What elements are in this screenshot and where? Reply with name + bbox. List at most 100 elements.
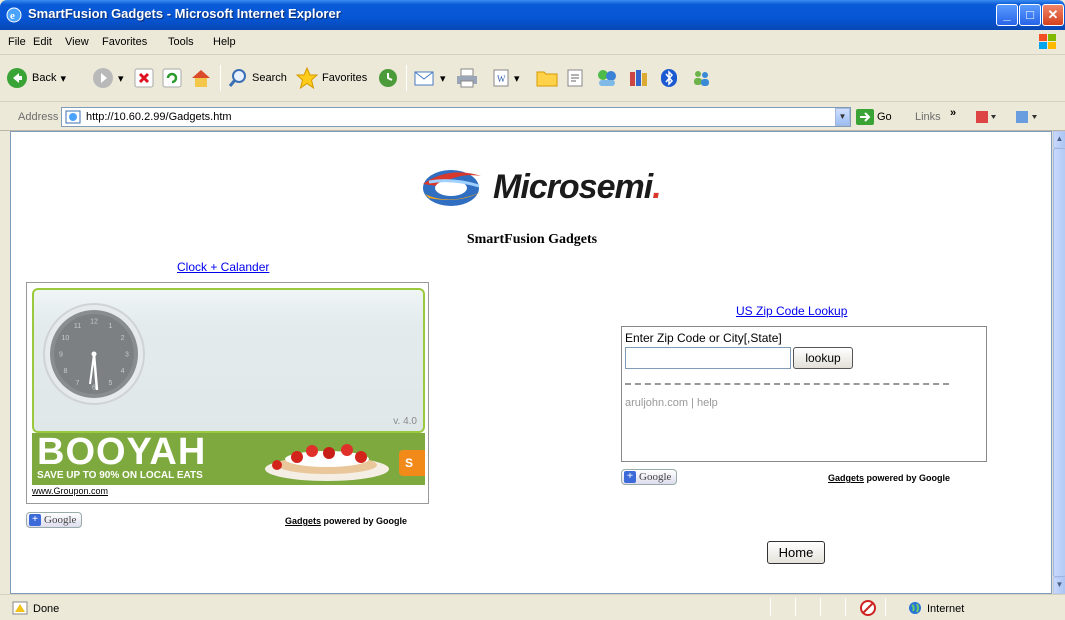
security-zone: Internet bbox=[927, 603, 965, 615]
messenger-icon bbox=[598, 70, 616, 86]
scroll-down-button[interactable]: ▼ bbox=[1053, 577, 1065, 594]
history-button[interactable] bbox=[378, 65, 398, 91]
research-icon bbox=[567, 69, 583, 87]
mail-icon bbox=[414, 71, 434, 86]
clock-numeral: 11 bbox=[74, 323, 81, 330]
vertical-scrollbar[interactable]: ▲ ▼ bbox=[1052, 131, 1065, 594]
back-arrow-icon bbox=[7, 68, 27, 88]
clock-calendar-link[interactable]: Clock + Calander bbox=[177, 260, 269, 274]
window-title: SmartFusion Gadgets - Microsoft Internet… bbox=[28, 6, 341, 21]
toolbar-extra-icon-2[interactable] bbox=[1015, 109, 1039, 125]
svg-text:e: e bbox=[10, 10, 15, 22]
add-to-google-button-2[interactable]: + Google bbox=[621, 469, 678, 485]
links-more-button[interactable]: » bbox=[950, 107, 956, 119]
ad-cta-button[interactable]: S bbox=[399, 450, 425, 476]
page-icon bbox=[65, 110, 81, 124]
clock-numeral: 1 bbox=[109, 323, 113, 330]
menu-file[interactable]: File bbox=[8, 36, 26, 48]
analog-clock: 121234567891011 bbox=[43, 303, 145, 405]
research-button[interactable] bbox=[566, 65, 586, 91]
powered-by-text-2: Gadgets powered by Google bbox=[828, 473, 950, 483]
plus-icon: + bbox=[29, 514, 41, 526]
google-button-label: Google bbox=[639, 471, 672, 483]
back-button[interactable]: Back ▾ bbox=[6, 65, 66, 91]
library-button[interactable] bbox=[628, 65, 650, 91]
add-to-google-button[interactable]: + Google bbox=[26, 512, 83, 528]
help-link[interactable]: help bbox=[697, 397, 718, 409]
bluetooth-button[interactable] bbox=[660, 65, 678, 91]
zip-input[interactable] bbox=[625, 347, 791, 369]
users-icon bbox=[694, 71, 709, 86]
back-label: Back bbox=[32, 72, 57, 84]
menu-edit[interactable]: Edit bbox=[33, 36, 52, 48]
zip-lookup-link[interactable]: US Zip Code Lookup bbox=[736, 304, 847, 318]
refresh-button[interactable] bbox=[162, 65, 182, 91]
scroll-up-button[interactable]: ▲ bbox=[1053, 131, 1065, 148]
mail-button[interactable]: ▾ bbox=[414, 65, 446, 91]
clock-numeral: 5 bbox=[109, 380, 113, 387]
history-icon bbox=[379, 69, 397, 87]
clock-numeral: 9 bbox=[59, 352, 63, 359]
maximize-button[interactable]: □ bbox=[1019, 4, 1041, 26]
clock-numeral: 3 bbox=[125, 352, 129, 359]
plus-icon: + bbox=[624, 471, 636, 483]
search-button[interactable]: Search bbox=[228, 65, 287, 91]
address-bar: Address http://10.60.2.99/Gadgets.htm ▼ … bbox=[0, 103, 1065, 131]
aruljohn-link[interactable]: aruljohn.com bbox=[625, 397, 688, 409]
menu-tools[interactable]: Tools bbox=[168, 36, 194, 48]
lookup-button[interactable]: lookup bbox=[793, 347, 853, 369]
menu-favorites[interactable]: Favorites bbox=[102, 36, 147, 48]
groupon-ad[interactable]: BOOYAH SAVE UP TO 90% ON LOCAL EATS S bbox=[32, 433, 425, 485]
links-label[interactable]: Links bbox=[915, 111, 941, 123]
address-dropdown-button[interactable]: ▼ bbox=[835, 108, 850, 126]
chevron-down-icon: ▾ bbox=[118, 72, 124, 85]
go-arrow-icon bbox=[856, 109, 874, 125]
favorites-button[interactable]: Favorites bbox=[296, 65, 367, 91]
groupon-link[interactable]: www.Groupon.com bbox=[32, 486, 108, 496]
gadgets-link-2[interactable]: Gadgets bbox=[828, 473, 864, 483]
menu-help[interactable]: Help bbox=[213, 36, 236, 48]
home-button[interactable]: Home bbox=[767, 541, 825, 564]
gadgets-link[interactable]: Gadgets bbox=[285, 516, 321, 526]
bluetooth-icon bbox=[661, 69, 677, 87]
close-button[interactable]: ✕ bbox=[1042, 4, 1064, 26]
minimize-button[interactable]: _ bbox=[996, 4, 1018, 26]
powered-by-text: Gadgets powered by Google bbox=[285, 516, 407, 526]
zip-lookup-gadget: Enter Zip Code or City[,State] lookup ar… bbox=[621, 326, 987, 462]
messenger-button[interactable] bbox=[596, 65, 618, 91]
home-toolbar-button[interactable] bbox=[190, 65, 212, 91]
credit-separator: | bbox=[687, 397, 697, 409]
status-text: Done bbox=[33, 603, 60, 615]
ad-headline: BOOYAH bbox=[37, 433, 207, 473]
search-icon bbox=[228, 69, 246, 87]
menu-bar: File Edit View Favorites Tools Help bbox=[0, 30, 1065, 55]
stop-icon bbox=[134, 68, 154, 88]
print-button[interactable] bbox=[456, 65, 478, 91]
powered-by-label: powered by Google bbox=[864, 473, 951, 483]
stop-button[interactable] bbox=[134, 65, 154, 91]
page-done-icon bbox=[12, 601, 28, 615]
logo-wordmark: Microsemi bbox=[493, 167, 653, 206]
address-input[interactable]: http://10.60.2.99/Gadgets.htm bbox=[61, 107, 851, 127]
chevron-down-icon: ▾ bbox=[514, 72, 520, 85]
forward-button[interactable]: ▾ bbox=[92, 65, 124, 91]
microsemi-logo: Microsemi. bbox=[419, 162, 662, 212]
discuss-button[interactable] bbox=[536, 65, 558, 91]
zip-credit: aruljohn.com | help bbox=[625, 397, 718, 409]
chevron-down-icon: ▾ bbox=[440, 72, 446, 85]
menu-view[interactable]: View bbox=[65, 36, 89, 48]
google-button-label: Google bbox=[44, 514, 77, 526]
popup-blocked-icon[interactable] bbox=[860, 600, 876, 616]
clock-numeral: 8 bbox=[63, 368, 67, 375]
edit-button[interactable]: W ▾ bbox=[492, 65, 520, 91]
toolbar-extra-icon[interactable] bbox=[975, 109, 997, 125]
go-button[interactable]: Go bbox=[856, 109, 892, 125]
scroll-thumb[interactable] bbox=[1053, 148, 1065, 577]
users-button[interactable] bbox=[690, 65, 712, 91]
title-bar[interactable]: e SmartFusion Gadgets - Microsoft Intern… bbox=[0, 0, 1065, 30]
powered-by-label: powered by Google bbox=[321, 516, 408, 526]
svg-text:W: W bbox=[497, 74, 506, 84]
globe-icon bbox=[909, 602, 921, 614]
ad-subline: SAVE UP TO 90% ON LOCAL EATS bbox=[37, 470, 203, 481]
toolbar: Back ▾ ▾ Search Favorites ▾ W ▾ bbox=[0, 55, 1065, 102]
